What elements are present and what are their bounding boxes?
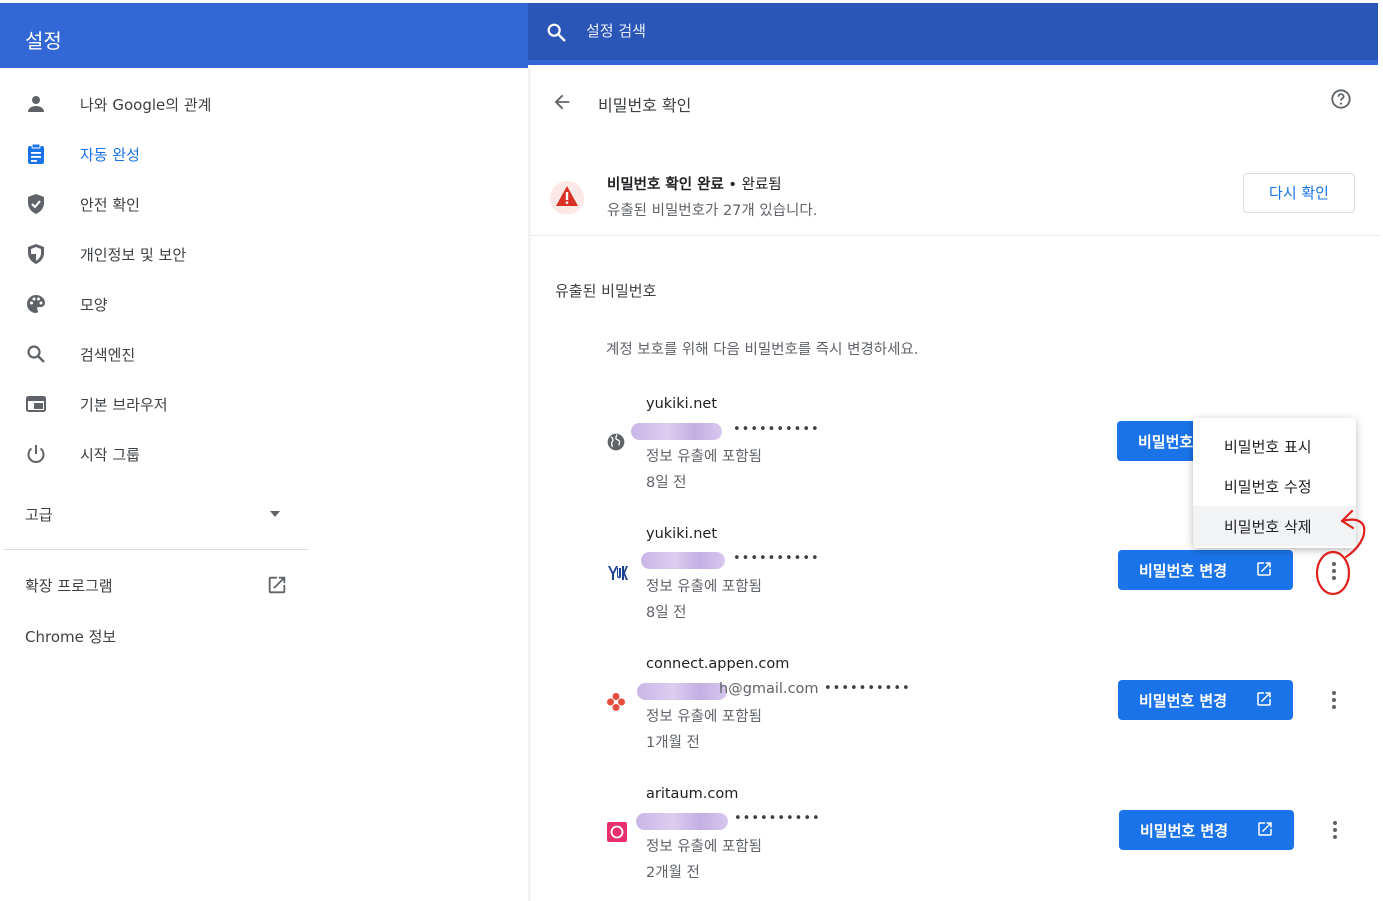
back-arrow-icon[interactable]	[551, 91, 573, 113]
open-external-icon	[268, 576, 286, 594]
aritaum-logo-icon	[607, 822, 627, 842]
globe-icon	[607, 433, 625, 451]
sidebar-item-default-browser[interactable]: 기본 브라우저	[0, 384, 520, 424]
masked-password: ••••••••••	[733, 551, 820, 566]
status-separator: •	[723, 177, 742, 193]
shield-half-icon	[28, 244, 44, 264]
sidebar-item-label: 시작 그룹	[80, 446, 140, 464]
sidebar-item-label: 기본 브라우저	[80, 396, 168, 414]
username-redacted	[631, 423, 722, 440]
sidebar-item-label: 개인정보 및 보안	[80, 246, 187, 264]
leak-age: 8일 전	[646, 475, 687, 491]
sidebar-item-label: 검색엔진	[80, 346, 136, 364]
masked-password: ••••••••••	[733, 422, 820, 437]
sidebar-item-appearance[interactable]: 모양	[0, 284, 520, 324]
site-name: yukiki.net	[646, 396, 718, 412]
status-title-text: 비밀번호 확인 완료	[607, 177, 724, 193]
help-icon[interactable]	[1330, 88, 1352, 110]
sidebar-item-google[interactable]: 나와 Google의 관계	[0, 84, 520, 124]
about-label: Chrome 정보	[25, 628, 117, 646]
masked-password: ••••••••••	[824, 681, 911, 696]
leak-status: 정보 유출에 포함됨	[646, 579, 762, 595]
password-row: aritaum.com •••••••••• 정보 유출에 포함됨 2개월 전 …	[531, 780, 1380, 901]
change-password-label: 비밀번호 변경	[1139, 692, 1228, 710]
change-password-label: 비밀번호 변경	[1139, 562, 1228, 580]
section-title: 유출된 비밀번호	[555, 282, 657, 300]
password-row: connect.appen.com h@gmail.com ••••••••••…	[531, 650, 1380, 780]
search-input[interactable]: 설정 검색	[586, 20, 646, 41]
shield-check-icon	[28, 194, 44, 214]
menu-item-label: 비밀번호 표시	[1224, 438, 1312, 456]
site-name: aritaum.com	[646, 786, 739, 802]
menu-item-label: 비밀번호 삭제	[1224, 518, 1312, 536]
username-redacted	[637, 683, 727, 700]
person-icon	[28, 96, 44, 112]
header-strip	[528, 60, 1378, 65]
username: h@gmail.com	[719, 681, 819, 697]
search-icon	[27, 345, 45, 363]
leak-age: 1개월 전	[646, 735, 700, 751]
sidebar-item-about[interactable]: Chrome 정보	[0, 616, 300, 656]
sidebar-item-search-engine[interactable]: 검색엔진	[0, 334, 520, 374]
clipboard-icon	[28, 143, 44, 164]
menu-item-label: 비밀번호 수정	[1224, 478, 1312, 496]
leak-age: 8일 전	[646, 605, 687, 621]
sidebar-item-autofill[interactable]: 자동 완성	[0, 134, 520, 174]
sidebar-item-safety-check[interactable]: 안전 확인	[0, 184, 520, 224]
status-detail: 유출된 비밀번호가 27개 있습니다.	[607, 203, 818, 219]
change-password-button[interactable]: 비밀번호 변경	[1118, 680, 1293, 720]
advanced-label: 고급	[25, 506, 53, 524]
sidebar-item-startup[interactable]: 시작 그룹	[0, 434, 520, 474]
browser-icon	[26, 396, 46, 412]
yukiki-logo-icon	[608, 566, 628, 580]
open-external-icon	[1257, 692, 1271, 706]
search-bar[interactable]	[528, 3, 1378, 63]
page-title: 비밀번호 확인	[598, 96, 692, 115]
extensions-label: 확장 프로그램	[25, 577, 113, 595]
change-password-button[interactable]: 비밀번호 변경	[1118, 550, 1293, 590]
section-description: 계정 보호를 위해 다음 비밀번호를 즉시 변경하세요.	[606, 342, 919, 358]
site-name: yukiki.net	[646, 526, 718, 542]
status-state: 완료됨	[741, 177, 782, 193]
recheck-button[interactable]: 다시 확인	[1243, 173, 1355, 213]
leak-age: 2개월 전	[646, 865, 700, 881]
masked-password: ••••••••••	[734, 811, 821, 826]
open-external-icon	[1257, 562, 1271, 576]
status-separator-line	[531, 235, 1380, 236]
appen-logo-icon	[607, 693, 625, 711]
sidebar-item-label: 안전 확인	[80, 196, 140, 214]
change-password-button[interactable]: 비밀번호 변경	[1119, 810, 1294, 850]
sidebar-item-privacy[interactable]: 개인정보 및 보안	[0, 234, 520, 274]
username-redacted	[636, 813, 728, 830]
sidebar-separator	[4, 549, 308, 550]
sidebar-advanced-toggle[interactable]: 고급	[0, 494, 300, 534]
warning-icon	[550, 181, 584, 214]
header-left-panel: 설정	[0, 3, 528, 68]
leak-status: 정보 유출에 포함됨	[646, 839, 762, 855]
settings-title: 설정	[25, 29, 62, 53]
site-name: connect.appen.com	[646, 656, 790, 672]
more-vert-icon[interactable]	[1324, 688, 1344, 712]
menu-item-show-password[interactable]: 비밀번호 표시	[1193, 426, 1356, 466]
search-icon	[547, 23, 566, 42]
leak-status: 정보 유출에 포함됨	[646, 449, 762, 465]
annotation-circle-arrow	[1315, 509, 1366, 596]
palette-icon	[27, 295, 45, 313]
sidebar-item-label: 나와 Google의 관계	[80, 96, 212, 114]
open-external-icon	[1258, 822, 1272, 836]
menu-item-edit-password[interactable]: 비밀번호 수정	[1193, 466, 1356, 506]
power-icon	[27, 445, 45, 463]
more-vert-icon[interactable]	[1325, 818, 1345, 842]
caret-down-icon	[270, 511, 280, 517]
sidebar-item-label: 모양	[80, 296, 108, 314]
change-password-label: 비밀번호 변경	[1140, 822, 1229, 840]
leak-status: 정보 유출에 포함됨	[646, 709, 762, 725]
sidebar-item-extensions[interactable]: 확장 프로그램	[0, 565, 300, 605]
sidebar-item-label: 자동 완성	[80, 146, 140, 164]
status-title: 비밀번호 확인 완료 • 완료됨	[607, 173, 782, 194]
username-redacted	[641, 552, 725, 569]
